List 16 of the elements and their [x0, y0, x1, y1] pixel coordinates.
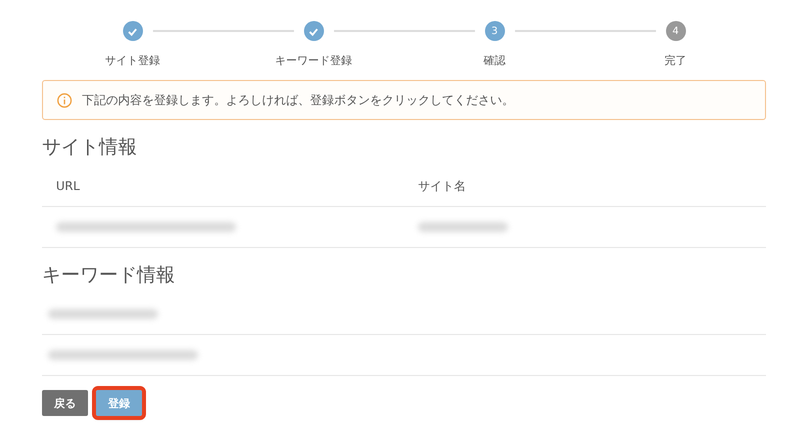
step-label: キーワード登録 — [275, 53, 352, 68]
section-heading: キーワード情報 — [42, 263, 176, 288]
step-label: 確認 — [484, 53, 506, 68]
step-number: 4 — [666, 21, 686, 41]
column-header: URL — [42, 166, 404, 207]
register-button[interactable]: 登録 — [96, 390, 142, 416]
step-label: サイト登録 — [105, 53, 160, 68]
section-heading: サイト情報 — [42, 135, 138, 160]
info-icon — [57, 92, 72, 108]
check-icon — [304, 21, 324, 41]
back-button[interactable]: 戻る — [42, 390, 88, 416]
step-number: 3 — [484, 21, 504, 41]
column-header: サイト名 — [404, 166, 766, 207]
check-icon — [122, 21, 142, 41]
step-label: 完了 — [664, 53, 686, 68]
alert-text: 下記の内容を登録します。よろしければ、登録ボタンをクリックしてください。 — [82, 92, 514, 108]
